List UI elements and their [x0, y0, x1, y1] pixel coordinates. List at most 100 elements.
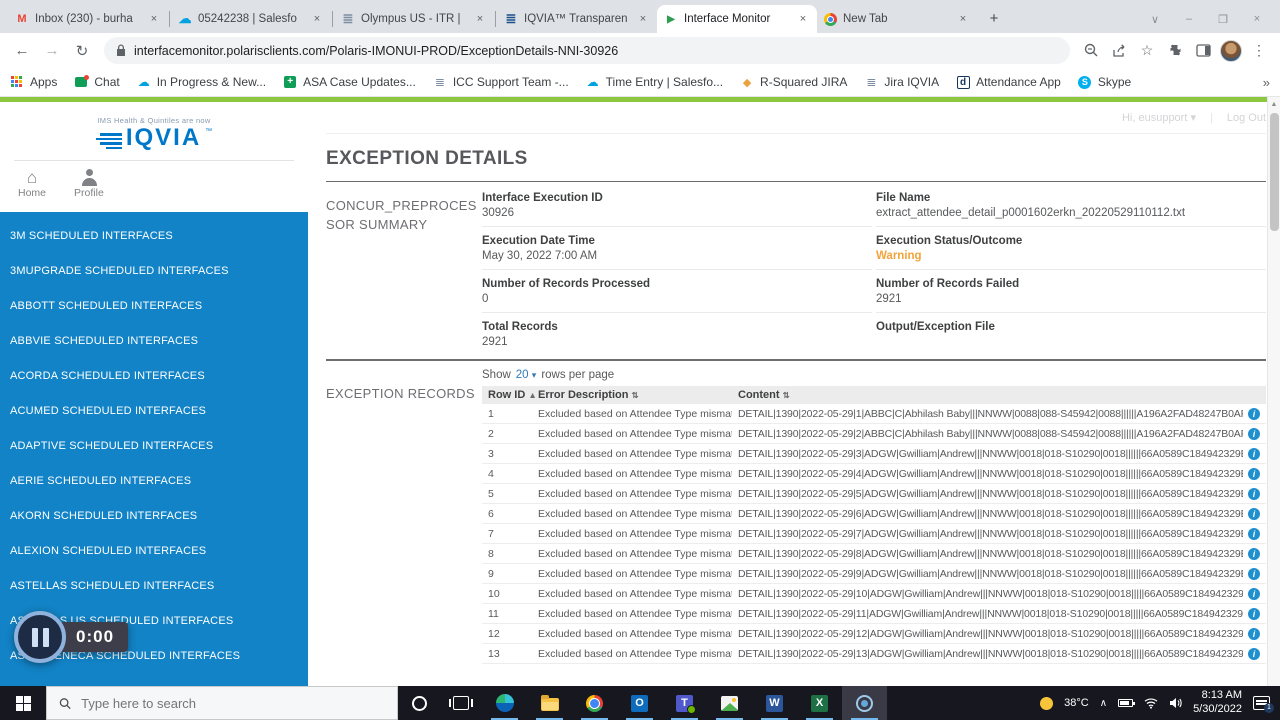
taskbar-edge[interactable]	[482, 686, 527, 720]
info-icon[interactable]: i	[1248, 568, 1260, 580]
start-button[interactable]	[0, 686, 46, 720]
taskbar-clock[interactable]: 8:13 AM 5/30/2022	[1193, 689, 1242, 717]
info-icon[interactable]: i	[1248, 608, 1260, 620]
sidebar-item[interactable]: ABBOTT SCHEDULED INTERFACES	[0, 288, 308, 323]
extensions-puzzle-icon[interactable]	[1162, 38, 1188, 64]
tab-interface-monitor-active[interactable]: ▶ Interface Monitor ×	[657, 5, 817, 33]
tray-chevron-up-icon[interactable]: ∧	[1100, 698, 1107, 709]
bookmark-attendance-app[interactable]: d Attendance App	[956, 75, 1061, 89]
close-window-button[interactable]: ×	[1240, 5, 1274, 33]
taskbar-photo-app[interactable]	[707, 686, 752, 720]
taskbar-file-explorer[interactable]	[527, 686, 572, 720]
column-header-row-id[interactable]: Row ID ▲	[482, 386, 537, 404]
logout-link[interactable]: Log Out	[1227, 112, 1266, 124]
close-tab-icon[interactable]: ×	[956, 13, 970, 25]
back-button[interactable]: ←	[8, 37, 36, 65]
close-tab-icon[interactable]: ×	[147, 13, 161, 25]
scrollbar-thumb[interactable]	[1270, 113, 1279, 231]
info-icon[interactable]: i	[1248, 468, 1260, 480]
bookmark-skype[interactable]: S Skype	[1078, 75, 1131, 89]
field-label: Execution Status/Outcome	[876, 235, 1023, 247]
browser-menu-icon[interactable]: ⋮	[1246, 38, 1272, 64]
bookmark-apps[interactable]: Apps	[10, 75, 57, 89]
sidebar-profile-button[interactable]: Profile	[74, 169, 104, 199]
bookmark-time-entry[interactable]: ☁ Time Entry | Salesfo...	[586, 75, 723, 89]
tab-salesforce[interactable]: ☁ 05242238 | Salesfo ×	[171, 5, 331, 33]
wifi-icon[interactable]	[1144, 697, 1158, 709]
taskbar-recorder[interactable]	[842, 686, 887, 720]
share-icon[interactable]	[1106, 38, 1132, 64]
url-input[interactable]	[134, 43, 1058, 58]
sidebar-item[interactable]: 3M SCHEDULED INTERFACES	[0, 218, 308, 253]
sidebar-item[interactable]: ACORDA SCHEDULED INTERFACES	[0, 358, 308, 393]
side-panel-icon[interactable]	[1190, 38, 1216, 64]
tab-search-chevron-icon[interactable]: ∨	[1138, 5, 1172, 33]
taskbar-teams[interactable]: T	[662, 686, 707, 720]
column-header-error[interactable]: Error Description ⇅	[532, 386, 732, 404]
close-tab-icon[interactable]: ×	[473, 13, 487, 25]
bookmark-chat[interactable]: Chat	[74, 75, 120, 89]
taskbar-chrome[interactable]	[572, 686, 617, 720]
recorder-pause-button[interactable]	[14, 611, 66, 663]
bookmark-icc-support[interactable]: ≣ ICC Support Team -...	[433, 75, 569, 89]
taskbar-outlook[interactable]: O	[617, 686, 662, 720]
zoom-out-icon[interactable]	[1078, 38, 1104, 64]
bookmark-star-icon[interactable]: ☆	[1134, 38, 1160, 64]
task-view-button[interactable]	[440, 686, 482, 720]
page-scrollbar[interactable]: ▲	[1267, 97, 1280, 686]
info-icon[interactable]: i	[1248, 628, 1260, 640]
sidebar-item[interactable]: ACUMED SCHEDULED INTERFACES	[0, 393, 308, 428]
taskbar-excel[interactable]: X	[797, 686, 842, 720]
user-greeting-dropdown[interactable]: Hi, eusupport ▾	[1122, 111, 1196, 124]
new-tab-button[interactable]: +	[981, 5, 1007, 31]
bookmarks-overflow-icon[interactable]: »	[1263, 75, 1270, 90]
page-size-dropdown[interactable]: 20 ▾	[516, 369, 537, 381]
info-icon[interactable]: i	[1248, 488, 1260, 500]
reload-button[interactable]: ↻	[68, 37, 96, 65]
tab-new-tab[interactable]: New Tab ×	[817, 5, 977, 33]
info-icon[interactable]: i	[1248, 448, 1260, 460]
sidebar-item[interactable]: ABBVIE SCHEDULED INTERFACES	[0, 323, 308, 358]
close-tab-icon[interactable]: ×	[310, 13, 324, 25]
info-icon[interactable]: i	[1248, 648, 1260, 660]
minimize-button[interactable]: –	[1172, 5, 1206, 33]
forward-button[interactable]: →	[38, 37, 66, 65]
tab-olympus[interactable]: ≣ Olympus US - ITR | ×	[334, 5, 494, 33]
sidebar-item[interactable]: ADAPTIVE SCHEDULED INTERFACES	[0, 428, 308, 463]
sidebar-home-button[interactable]: ⌂ Home	[18, 169, 46, 199]
volume-icon[interactable]	[1169, 697, 1182, 709]
sidebar-item[interactable]: AERIE SCHEDULED INTERFACES	[0, 463, 308, 498]
info-icon[interactable]: i	[1248, 508, 1260, 520]
sidebar-item[interactable]: ALEXION SCHEDULED INTERFACES	[0, 533, 308, 568]
temperature-label[interactable]: 38°C	[1064, 697, 1089, 709]
profile-avatar[interactable]	[1218, 38, 1244, 64]
tab-iqvia-transparency[interactable]: ≣ IQVIA™ Transparen ×	[497, 5, 657, 33]
info-icon[interactable]: i	[1248, 528, 1260, 540]
taskbar-word[interactable]: W	[752, 686, 797, 720]
sidebar-item[interactable]: ASTELLAS SCHEDULED INTERFACES	[0, 568, 308, 603]
close-tab-icon[interactable]: ×	[636, 13, 650, 25]
bookmark-asa-case[interactable]: + ASA Case Updates...	[283, 75, 416, 89]
sidebar-item[interactable]: 3MUPGRADE SCHEDULED INTERFACES	[0, 253, 308, 288]
column-header-content[interactable]: Content ⇅	[732, 386, 1266, 404]
battery-icon[interactable]	[1118, 699, 1136, 707]
info-icon[interactable]: i	[1248, 408, 1260, 420]
tab-gmail[interactable]: M Inbox (230) - burha ×	[8, 5, 168, 33]
info-icon[interactable]: i	[1248, 588, 1260, 600]
weather-sun-icon[interactable]	[1040, 696, 1054, 710]
address-bar[interactable]	[104, 37, 1070, 64]
taskbar-search[interactable]	[46, 686, 398, 720]
close-tab-icon[interactable]: ×	[796, 13, 810, 25]
sidebar-item[interactable]: AKORN SCHEDULED INTERFACES	[0, 498, 308, 533]
bookmark-rsquared-jira[interactable]: ◆ R-Squared JIRA	[740, 75, 848, 89]
sidebar-brand-panel: IMS Health & Quintiles are now IQVIA ™ ⌂…	[0, 102, 308, 212]
maximize-button[interactable]: ❐	[1206, 5, 1240, 33]
info-icon[interactable]: i	[1248, 548, 1260, 560]
bookmark-in-progress[interactable]: ☁ In Progress & New...	[137, 75, 266, 89]
scrollbar-up-arrow[interactable]: ▲	[1268, 97, 1280, 108]
notification-center-icon[interactable]: 1	[1253, 696, 1274, 713]
bookmark-jira-iqvia[interactable]: ≣ Jira IQVIA	[864, 75, 939, 89]
info-icon[interactable]: i	[1248, 428, 1260, 440]
taskbar-search-input[interactable]	[81, 695, 385, 711]
cortana-button[interactable]	[398, 686, 440, 720]
